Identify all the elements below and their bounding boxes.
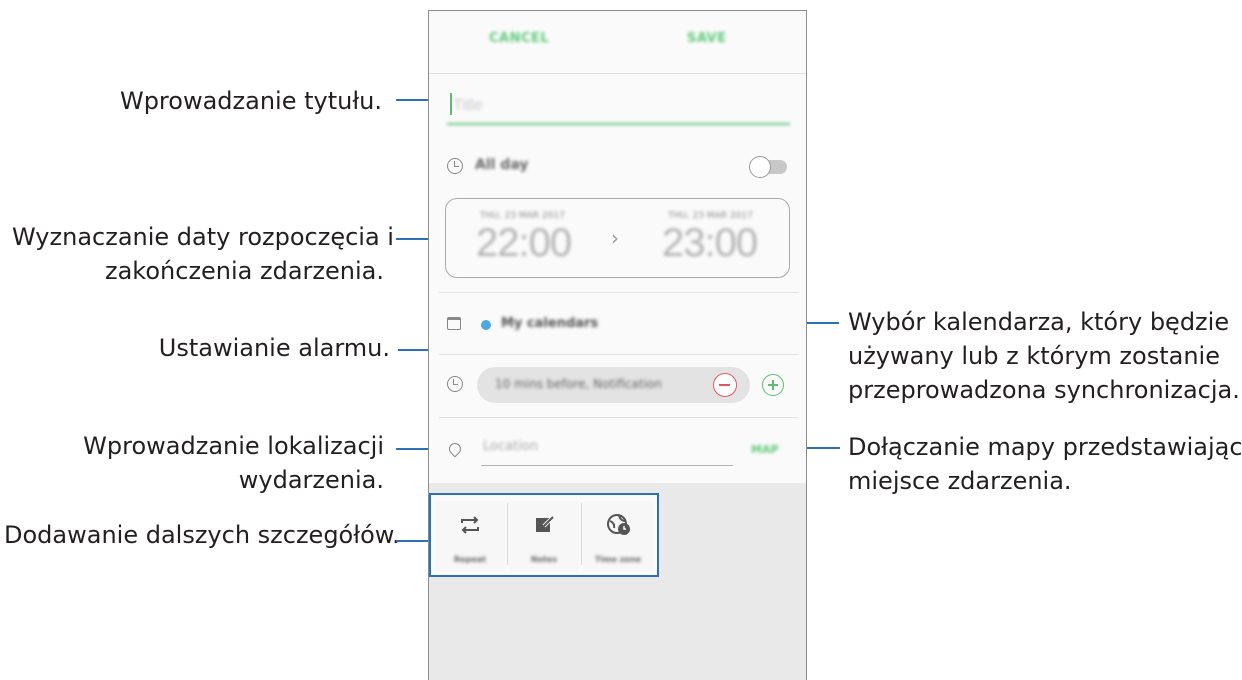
annotation-map-line1: Dołączanie mapy przedstawiającej — [848, 433, 1242, 461]
leader-details — [396, 540, 430, 542]
annotation-calendar-line2: używany lub z którym zostanie — [848, 342, 1220, 370]
end-date[interactable]: THU, 23 MAR 2017 — [668, 211, 753, 221]
time-zone-button[interactable]: Time zone — [583, 501, 653, 571]
repeat-icon — [458, 515, 482, 535]
date-range-box: THU, 23 MAR 2017 22:00 › THU, 23 MAR 201… — [445, 198, 790, 278]
annotation-map: Dołączanie mapy przedstawiającej miejsce… — [848, 430, 1242, 498]
divider — [581, 503, 582, 565]
calendar-selector[interactable]: My calendars — [501, 316, 598, 331]
location-pin-icon — [446, 440, 464, 458]
calendar-icon — [447, 317, 461, 330]
text-cursor — [450, 93, 452, 115]
phone-screen: CANCEL SAVE All day THU, 23 MAR 2017 22:… — [428, 10, 807, 680]
start-time[interactable]: 22:00 — [476, 221, 572, 266]
annotation-calendar: Wybór kalendarza, który będzie używany l… — [848, 305, 1240, 407]
title-input[interactable] — [447, 89, 790, 125]
location-input[interactable]: Location — [481, 433, 733, 466]
divider — [439, 417, 798, 418]
annotation-location-line2: wydarzenia. — [238, 466, 384, 494]
alarm-clock-icon — [447, 376, 463, 392]
annotation-dates-line2: zakończenia zdarzenia. — [105, 257, 384, 285]
all-day-label: All day — [475, 157, 529, 173]
event-form: CANCEL SAVE All day THU, 23 MAR 2017 22:… — [429, 11, 806, 483]
add-alarm-button[interactable] — [762, 374, 784, 396]
time-zone-label: Time zone — [594, 555, 642, 564]
annotation-calendar-line1: Wybór kalendarza, który będzie — [848, 308, 1230, 336]
divider — [439, 354, 798, 355]
annotation-details: Dodawanie dalszych szczegółów. — [4, 521, 400, 549]
notes-label: Notes — [530, 555, 558, 564]
repeat-button[interactable]: Repeat — [435, 501, 505, 571]
annotation-alarm: Ustawianie alarmu. — [158, 334, 390, 362]
annotation-location-line1: Wprowadzanie lokalizacji — [83, 432, 384, 460]
repeat-label: Repeat — [454, 555, 486, 564]
time-zone-icon — [606, 513, 632, 537]
alarm-label: 10 mins before, Notification — [495, 377, 662, 391]
calendar-color-dot — [481, 320, 491, 330]
annotation-dates-line1: Wyznaczanie daty rozpoczęcia i — [12, 223, 394, 251]
toggle-knob — [749, 156, 771, 178]
annotation-dates: Wyznaczanie daty rozpoczęcia i zakończen… — [12, 220, 394, 288]
top-bar: CANCEL SAVE — [429, 11, 806, 74]
more-details-bar: Repeat Notes Time zone — [429, 493, 659, 577]
chevron-right-icon: › — [611, 226, 619, 250]
location-placeholder: Location — [483, 439, 538, 454]
clock-icon — [447, 158, 463, 174]
divider — [507, 503, 508, 565]
annotation-title: Wprowadzanie tytułu. — [119, 87, 382, 115]
remove-alarm-button[interactable] — [713, 373, 737, 397]
title-field[interactable] — [447, 89, 790, 127]
save-button[interactable]: SAVE — [687, 31, 726, 46]
notes-button[interactable]: Notes — [509, 501, 579, 571]
cancel-button[interactable]: CANCEL — [489, 31, 549, 46]
all-day-toggle[interactable] — [749, 156, 787, 178]
start-date[interactable]: THU, 23 MAR 2017 — [480, 211, 565, 221]
notes-icon — [534, 514, 556, 536]
divider — [439, 292, 798, 293]
map-button[interactable]: MAP — [751, 443, 779, 456]
alarm-chip[interactable]: 10 mins before, Notification — [477, 367, 750, 403]
annotation-location: Wprowadzanie lokalizacji wydarzenia. — [12, 429, 384, 497]
annotation-map-line2: miejsce zdarzenia. — [848, 467, 1072, 495]
end-time[interactable]: 23:00 — [662, 221, 758, 266]
annotation-calendar-line3: przeprowadzona synchronizacja. — [848, 376, 1240, 404]
